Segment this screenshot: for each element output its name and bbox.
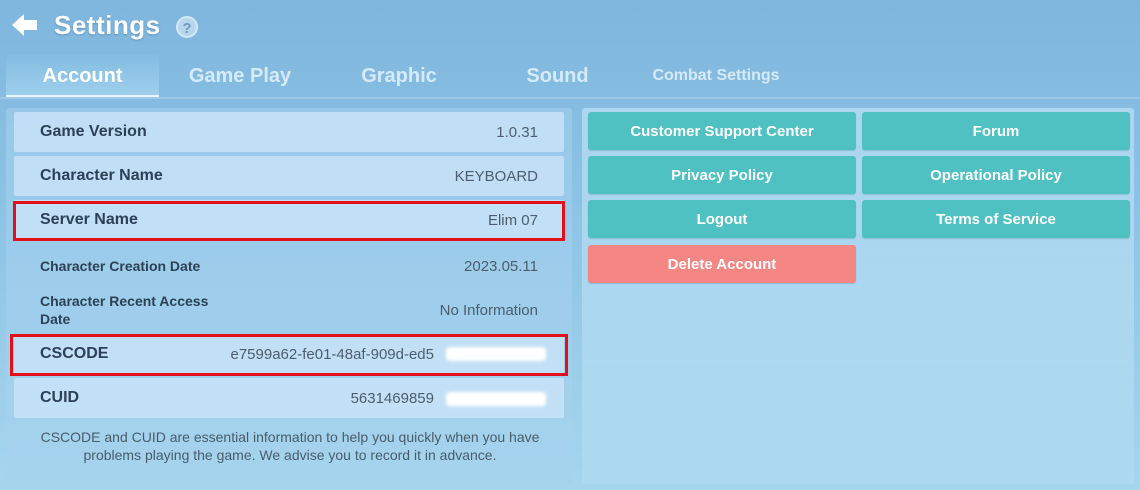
row-character-creation-date: Character Creation Date 2023.05.11	[14, 246, 564, 286]
character-recent-access-date-label: Character Recent Access Date	[40, 293, 209, 327]
tab-game-play[interactable]: Game Play	[170, 54, 310, 98]
row-character-recent-access-date: Character Recent Access Date No Informat…	[14, 290, 564, 330]
privacy-policy-button[interactable]: Privacy Policy	[588, 156, 856, 194]
back-arrow-icon[interactable]	[10, 12, 40, 38]
tab-sound[interactable]: Sound	[495, 54, 620, 98]
tab-graphic[interactable]: Graphic	[335, 54, 463, 98]
logout-button[interactable]: Logout	[588, 200, 856, 238]
terms-of-service-button[interactable]: Terms of Service	[862, 200, 1130, 238]
character-creation-date-value: 2023.05.11	[464, 257, 538, 275]
cuid-label: CUID	[40, 389, 80, 406]
page-title: Settings	[54, 10, 161, 40]
tab-account[interactable]: Account	[6, 54, 159, 98]
cscode-redaction	[446, 347, 546, 361]
forum-button[interactable]: Forum	[862, 112, 1130, 150]
server-name-value: Elim 07	[487, 211, 538, 229]
character-recent-access-date-value: No Information	[439, 301, 538, 319]
tab-combat-settings[interactable]: Combat Settings	[630, 54, 802, 98]
row-cscode: CSCODE e7599a62-fe01-48af-909d-ed5	[14, 334, 564, 374]
tab-divider	[0, 97, 1140, 99]
delete-account-button[interactable]: Delete Account	[588, 245, 856, 283]
character-name-label: Character Name	[40, 167, 163, 184]
cuid-redaction	[446, 392, 546, 406]
row-game-version: Game Version 1.0.31	[14, 112, 564, 152]
info-note: CSCODE and CUID are essential informatio…	[40, 429, 540, 463]
account-actions-panel: Customer Support Center Forum Privacy Po…	[582, 108, 1134, 484]
customer-support-center-button[interactable]: Customer Support Center	[588, 112, 856, 150]
help-icon[interactable]: ?	[176, 16, 198, 38]
character-name-value: KEYBOARD	[454, 167, 538, 185]
account-info-panel: Game Version 1.0.31 Character Name KEYBO…	[6, 108, 572, 484]
tab-bar: Account Game Play Graphic Sound Combat S…	[0, 54, 1140, 98]
row-character-name: Character Name KEYBOARD	[14, 156, 564, 196]
operational-policy-button[interactable]: Operational Policy	[862, 156, 1130, 194]
row-cuid: CUID 5631469859	[14, 378, 564, 418]
cscode-label: CSCODE	[40, 345, 109, 362]
game-version-label: Game Version	[40, 123, 147, 140]
character-creation-date-label: Character Creation Date	[40, 258, 201, 274]
game-version-value: 1.0.31	[496, 123, 538, 141]
header: Settings ?	[0, 0, 1140, 52]
row-server-name: Server Name Elim 07	[14, 200, 564, 240]
server-name-label: Server Name	[40, 211, 138, 228]
